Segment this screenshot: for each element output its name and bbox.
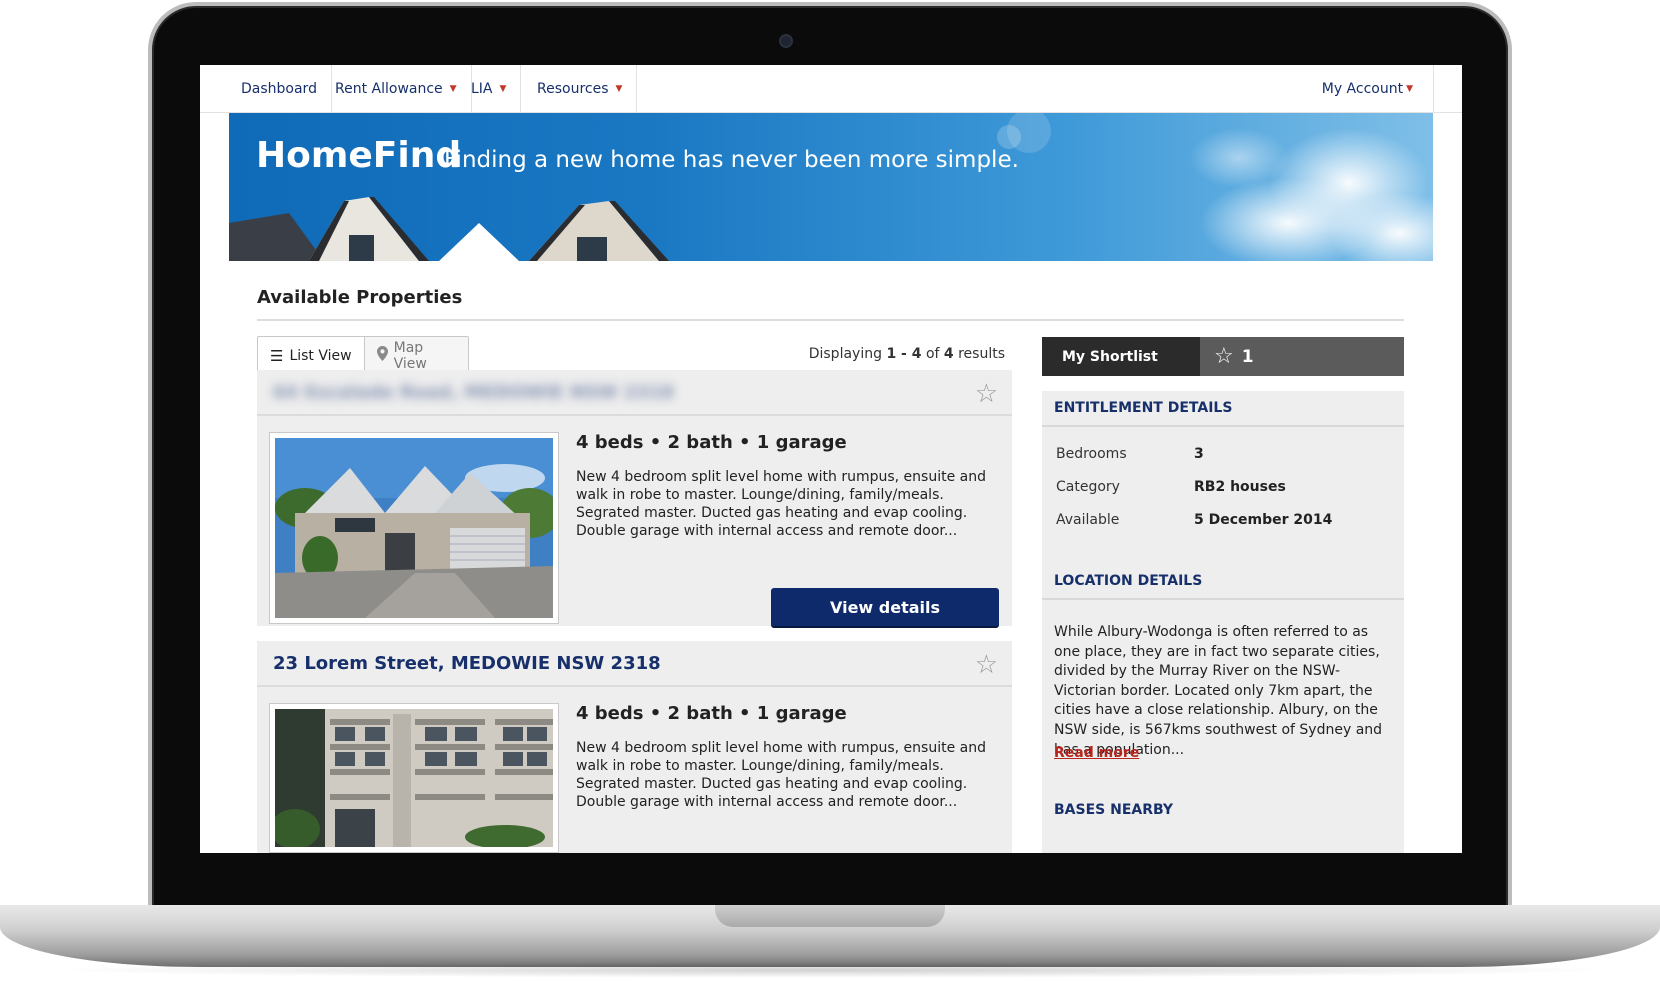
laptop-frame: Dashboard Rent Allowance ▼ LIA ▼ Resourc… — [0, 0, 1660, 983]
nav-resources[interactable]: Resources ▼ — [523, 65, 638, 113]
property-specs: 4 beds • 2 bath • 1 garage — [576, 432, 847, 453]
chevron-down-icon: ▼ — [449, 84, 457, 94]
hero-title: HomeFind — [256, 135, 462, 176]
property-card-header: 64 Escalade Road, MEDOWIE NSW 2318 ☆ — [257, 370, 1012, 416]
map-view-label: Map View — [393, 339, 427, 372]
property-address[interactable]: 23 Lorem Street, MEDOWIE NSW 2318 — [273, 653, 661, 674]
property-card: 23 Lorem Street, MEDOWIE NSW 2318 ☆ 4 be… — [257, 641, 1012, 853]
nav-my-account[interactable]: My Account ▼ — [1322, 65, 1434, 113]
top-navbar: Dashboard Rent Allowance ▼ LIA ▼ Resourc… — [200, 65, 1462, 113]
entitlement-value: RB2 houses — [1194, 479, 1286, 495]
laptop-notch — [715, 905, 945, 927]
nav-my-account-label: My Account — [1321, 81, 1404, 97]
webcam-icon — [779, 34, 793, 48]
entitlement-label: Category — [1056, 479, 1120, 495]
chevron-down-icon: ▼ — [615, 84, 623, 94]
shortlist-label: My Shortlist — [1042, 337, 1200, 376]
sidebar-details: ENTITLEMENT DETAILS Bedrooms 3 Category … — [1042, 391, 1404, 853]
entitlement-label: Bedrooms — [1056, 446, 1127, 462]
chevron-down-icon: ▼ — [1406, 84, 1413, 94]
location-description: While Albury-Wodonga is often referred t… — [1054, 624, 1383, 758]
page-title: Available Properties — [257, 287, 463, 308]
results-of: of — [925, 346, 940, 362]
property-photo[interactable] — [269, 432, 559, 624]
results-count: Displaying 1 - 4 of 4 results — [800, 346, 1005, 362]
shortlist-count: ☆ 1 — [1200, 337, 1404, 376]
my-shortlist-bar[interactable]: My Shortlist ☆ 1 — [1042, 337, 1404, 376]
view-details-button[interactable]: View details — [771, 588, 999, 628]
nav-resources-label: Resources — [537, 81, 609, 97]
screen: Dashboard Rent Allowance ▼ LIA ▼ Resourc… — [200, 65, 1462, 853]
entitlement-label: Available — [1056, 512, 1120, 528]
entitlement-value: 3 — [1194, 446, 1204, 462]
bases-nearby-heading: BASES NEARBY — [1054, 802, 1174, 818]
entitlement-heading: ENTITLEMENT DETAILS — [1042, 391, 1404, 427]
nav-dashboard[interactable]: Dashboard — [227, 65, 332, 113]
divider — [257, 319, 1404, 321]
results-total: 4 — [943, 346, 954, 362]
list-view-label: List View — [289, 347, 352, 364]
nav-rent-allowance-label: Rent Allowance — [335, 81, 443, 97]
laptop-shadow — [40, 962, 1620, 978]
results-suffix: results — [958, 346, 1005, 362]
hero-subtitle: Finding a new home has never been more s… — [444, 147, 1019, 173]
nav-lia[interactable]: LIA ▼ — [457, 65, 522, 113]
chevron-down-icon: ▼ — [499, 84, 507, 94]
star-icon[interactable]: ☆ — [975, 650, 998, 680]
property-card-header: 23 Lorem Street, MEDOWIE NSW 2318 ☆ — [257, 641, 1012, 687]
star-icon[interactable]: ☆ — [975, 379, 998, 409]
map-pin-icon — [376, 346, 388, 365]
shortlist-count-value: 1 — [1241, 346, 1254, 367]
property-address[interactable]: 64 Escalade Road, MEDOWIE NSW 2318 — [273, 382, 674, 403]
property-specs: 4 beds • 2 bath • 1 garage — [576, 703, 847, 724]
property-description: New 4 bedroom split level home with rump… — [576, 469, 986, 539]
property-card: 64 Escalade Road, MEDOWIE NSW 2318 ☆ 4 b… — [257, 370, 1012, 628]
map-view-button[interactable]: Map View — [364, 337, 468, 374]
results-prefix: Displaying — [808, 346, 882, 362]
entitlement-value: 5 December 2014 — [1194, 512, 1333, 528]
property-description: New 4 bedroom split level home with rump… — [576, 740, 986, 810]
results-range: 1 - 4 — [886, 346, 922, 362]
list-view-button[interactable]: ☰ List View — [258, 337, 365, 374]
location-heading: LOCATION DETAILS — [1042, 564, 1404, 600]
list-icon: ☰ — [270, 346, 284, 365]
property-photo[interactable] — [269, 703, 559, 853]
hero-banner: HomeFind Finding a new home has never be… — [229, 113, 1433, 261]
nav-lia-label: LIA — [471, 81, 493, 97]
read-more-link[interactable]: Read more — [1054, 745, 1139, 761]
star-outline-icon: ☆ — [1214, 344, 1234, 369]
nav-rent-allowance[interactable]: Rent Allowance ▼ — [321, 65, 472, 113]
nav-dashboard-label: Dashboard — [241, 81, 317, 97]
